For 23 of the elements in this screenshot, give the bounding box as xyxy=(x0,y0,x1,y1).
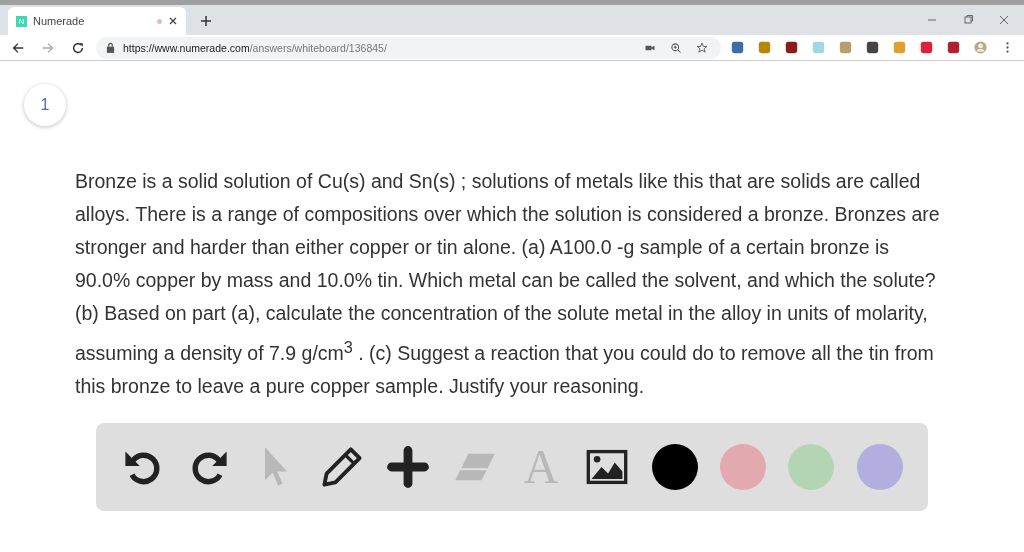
extension-icon[interactable] xyxy=(785,41,798,54)
extension-icon[interactable] xyxy=(866,41,879,54)
audio-dot-icon xyxy=(157,18,162,24)
step-number: 1 xyxy=(24,84,66,126)
zoom-icon[interactable] xyxy=(670,41,682,54)
star-icon[interactable] xyxy=(696,41,708,54)
url-text: https://www.numerade.com/answers/whiteboard/136845/ xyxy=(123,41,387,54)
extension-icon[interactable] xyxy=(920,41,933,54)
lock-icon xyxy=(106,42,115,53)
tab-title: Numerade xyxy=(33,15,86,27)
plus-icon[interactable] xyxy=(386,444,431,489)
question-text: Bronze is a solid solution of Cu(s) and Sn(s) ; solutions of metals like this that are solids are called alloys. There is a range of compositions over which the solution is considered a bronze. Bronzes are stronger and harder than either copper or tin alone. (a) A100.0 -g sample of a certain bronze is 90.0% copper by mass and 10.0% tin. Which metal can be called the solvent, and which the solute? (b) Based on part (a), calculate the concentration of the solute metal in the alloy in units of molarity, assuming a density of 7.9 g/cm$^{3}$ . (c) Suggest a reaction that you could do to remove all the tin from this bronze to leave a pure copper sample. Justify your reasoning. xyxy=(75,169,941,399)
restore-icon[interactable] xyxy=(962,14,974,26)
reload-icon[interactable] xyxy=(71,40,85,55)
new-tab-icon[interactable] xyxy=(200,15,212,27)
tab-favicon: N xyxy=(16,15,27,27)
close-icon[interactable] xyxy=(998,14,1010,26)
back-icon[interactable] xyxy=(11,40,25,55)
close-icon[interactable] xyxy=(168,16,178,26)
browser-tab[interactable]: N Numerade xyxy=(8,7,186,35)
extension-icon[interactable] xyxy=(947,41,960,54)
extension-icon[interactable] xyxy=(731,41,744,54)
address-bar[interactable]: https://www.numerade.com/answers/whiteboard/136845/ xyxy=(96,36,721,59)
